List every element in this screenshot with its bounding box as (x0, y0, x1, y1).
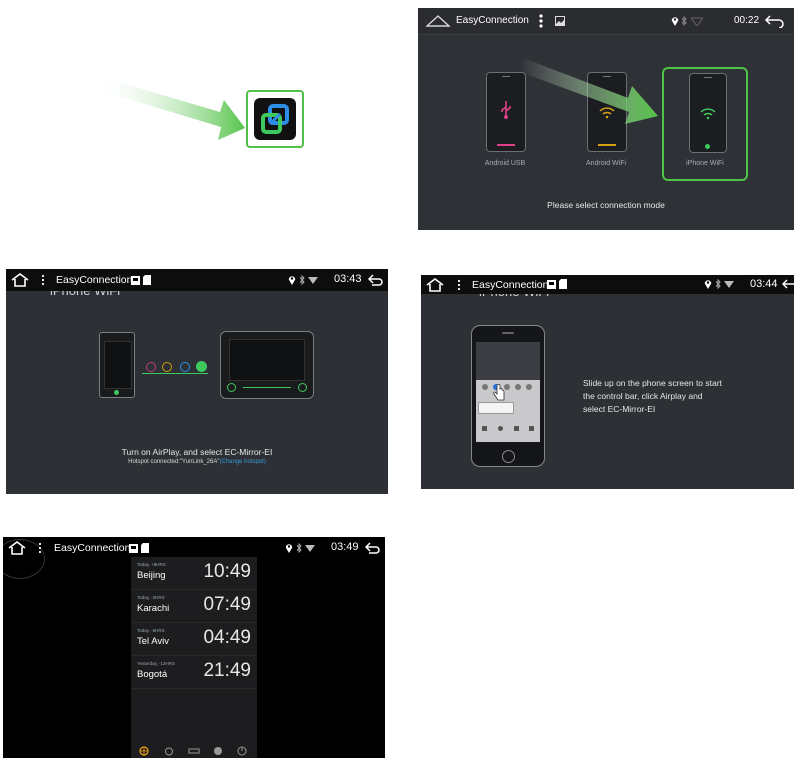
image-icon (131, 276, 140, 285)
clock-time: 03:44 (750, 278, 778, 290)
instruction-line: select EC-Mirror-EI (583, 404, 656, 414)
panel-world-clock-mirror: EasyConnection 03:49 Today, +8HRS Beijin… (3, 537, 385, 758)
bluetooth-icon (715, 279, 721, 289)
timer-icon[interactable] (237, 746, 247, 756)
mode-label-android-wifi: Android WiFi (585, 160, 627, 167)
app-title: EasyConnection (472, 279, 549, 291)
location-icon (704, 280, 712, 289)
sd-card-icon (143, 275, 151, 285)
iphone-controlcenter-illustration (471, 325, 545, 467)
connection-prompt: Please select connection mode (547, 200, 665, 210)
app-title: EasyConnection (456, 15, 529, 26)
clock-offset: Yesterday, -13HRS (137, 661, 176, 666)
image-icon (555, 16, 565, 26)
panel-app-icon (90, 70, 320, 160)
clock-offset: Today, -3HRS (137, 595, 165, 600)
clock-offset: Today, -6HRS (137, 628, 165, 633)
clock-tab-bar (131, 744, 257, 758)
status-bar: EasyConnection 03:43 (6, 269, 388, 291)
green-arrow-graphic (520, 58, 658, 124)
world-clock-row[interactable]: Yesterday, -13HRS Bogotá 21:49 (131, 656, 257, 689)
clock-value: 04:49 (203, 627, 251, 648)
back-icon[interactable] (764, 14, 786, 28)
status-bar: EasyConnection 00:22 (418, 8, 794, 35)
world-clock-row[interactable]: Today, -6HRS Tel Aviv 04:49 (131, 623, 257, 656)
clock-value: 10:49 (203, 561, 251, 582)
clock-city: Karachi (137, 603, 170, 614)
head-unit-illustration (220, 331, 314, 399)
clock-city: Bogotá (137, 669, 168, 680)
airplay-instruction: Turn on AirPlay, and select EC-Mirror-EI (121, 447, 273, 457)
connection-dots (142, 361, 212, 374)
clock-offset: Today, +8HRS (137, 562, 166, 567)
back-icon[interactable] (365, 542, 381, 554)
home-icon[interactable] (7, 540, 27, 556)
clock-value: 21:49 (203, 660, 251, 681)
sd-card-icon (141, 543, 149, 553)
location-icon (285, 544, 293, 553)
panel-connection-mode: EasyConnection 00:22 Android USB Android… (418, 8, 794, 230)
panel-controlbar-instruction: iPhone WiFi EasyConnection 03:44 (421, 275, 794, 489)
status-bar: EasyConnection 03:49 (3, 537, 385, 559)
wifi-icon (700, 108, 716, 120)
wifi-status-icon (724, 281, 734, 288)
world-clock-row[interactable]: Today, -3HRS Karachi 07:49 (131, 590, 257, 623)
image-icon (129, 544, 138, 553)
home-icon[interactable] (425, 13, 451, 29)
menu-dots-icon[interactable] (41, 274, 45, 286)
stopwatch-icon[interactable] (213, 746, 223, 756)
image-icon (547, 280, 556, 289)
app-title: EasyConnection (54, 542, 131, 554)
back-icon[interactable] (782, 279, 794, 291)
clock-value: 07:49 (203, 594, 251, 615)
easyconnection-app-icon[interactable] (246, 90, 304, 148)
mode-iphone-wifi (689, 73, 727, 153)
wifi-status-icon (305, 545, 315, 552)
clock-time: 03:43 (334, 273, 362, 285)
clock-city: Beijing (137, 570, 166, 581)
panel-airplay-instruction: iPhone WiFi EasyConnection 03:43 Turn on… (6, 269, 388, 494)
menu-dots-icon[interactable] (538, 13, 544, 29)
world-clock-row[interactable]: Today, +8HRS Beijing 10:49 (131, 557, 257, 590)
mode-iphone-wifi-highlight[interactable]: iPhone WiFi (662, 67, 748, 181)
globe-icon[interactable] (139, 746, 149, 756)
sd-card-icon (559, 279, 567, 289)
menu-dots-icon[interactable] (457, 279, 461, 291)
alarm-icon[interactable] (164, 746, 174, 756)
bluetooth-icon (296, 543, 302, 553)
mode-label-iphone-wifi: iPhone WiFi (686, 160, 724, 167)
status-bar: EasyConnection 03:44 (421, 275, 794, 294)
change-hotspot-link[interactable]: (Change hotspot) (219, 459, 265, 465)
bed-icon[interactable] (188, 746, 200, 756)
location-icon (288, 276, 296, 285)
home-icon[interactable] (425, 277, 445, 293)
back-icon[interactable] (368, 274, 384, 286)
app-title: EasyConnection (56, 274, 133, 286)
bluetooth-icon (299, 275, 305, 285)
mode-label-android-usb: Android USB (484, 160, 526, 167)
hotspot-status: Hotspot connected:"YunLink_26A" (128, 459, 220, 465)
hand-pointer-icon (493, 384, 505, 401)
wifi-status-icon (691, 17, 703, 26)
usb-icon (501, 101, 511, 119)
controlbar-instruction: Slide up on the phone screen to start th… (583, 377, 722, 416)
wifi-status-icon (308, 277, 318, 284)
clock-time: 03:49 (331, 541, 359, 553)
menu-dots-icon[interactable] (38, 542, 42, 554)
home-icon[interactable] (10, 272, 30, 288)
mirrored-phone-screen: Today, +8HRS Beijing 10:49 Today, -3HRS … (131, 557, 257, 758)
clock-city: Tel Aviv (137, 636, 170, 647)
instruction-line: Slide up on the phone screen to start (583, 378, 722, 388)
clock-time: 00:22 (734, 15, 760, 26)
bluetooth-icon (681, 16, 687, 26)
location-icon (671, 17, 679, 26)
phone-illustration (99, 332, 135, 398)
instruction-line: the control bar, click Airplay and (583, 391, 703, 401)
